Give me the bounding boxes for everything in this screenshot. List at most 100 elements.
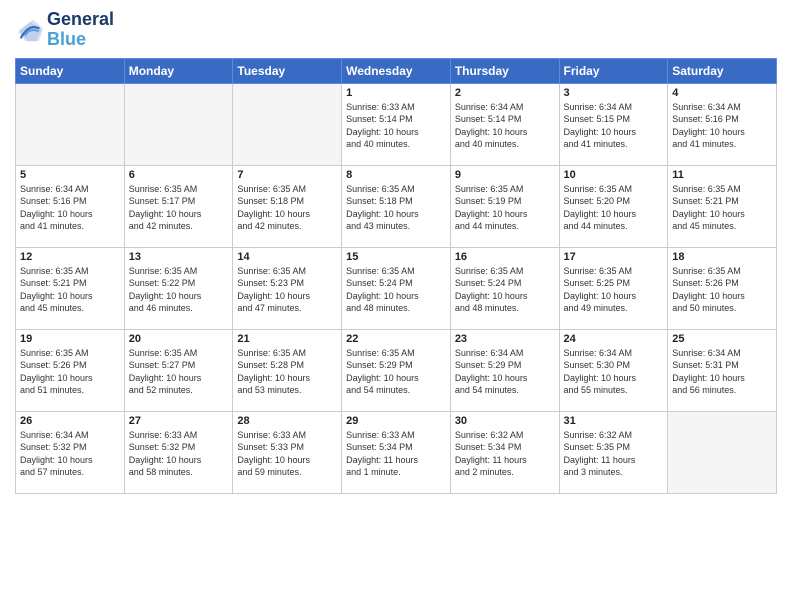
calendar-day-cell: 12 Sunrise: 6:35 AM Sunset: 5:21 PM Dayli… xyxy=(16,247,125,329)
calendar-day-cell: 17Sunrise: 6:35 AM Sunset: 5:25 PM Dayli… xyxy=(559,247,668,329)
day-info: Sunrise: 6:35 AM Sunset: 5:23 PM Dayligh… xyxy=(237,265,337,315)
page: General Blue SundayMondayTuesdayWednesda… xyxy=(0,0,792,612)
day-info: Sunrise: 6:35 AM Sunset: 5:24 PM Dayligh… xyxy=(346,265,446,315)
day-info: Sunrise: 6:35 AM Sunset: 5:18 PM Dayligh… xyxy=(237,183,337,233)
day-number: 26 xyxy=(20,415,120,427)
calendar-day-cell: 31 Sunrise: 6:32 AM Sunset: 5:35 PM Dayli… xyxy=(559,411,668,493)
day-info: Sunrise: 6:35 AM Sunset: 5:26 PM Dayligh… xyxy=(672,265,772,315)
day-info: Sunrise: 6:32 AM Sunset: 5:34 PM Dayligh… xyxy=(455,429,555,479)
calendar-day-cell: 11 Sunrise: 6:35 AM Sunset: 5:21 PM Dayli… xyxy=(668,165,777,247)
weekday-header-wednesday: Wednesday xyxy=(342,58,451,83)
calendar-day-cell xyxy=(16,83,125,165)
day-number: 25 xyxy=(672,333,772,345)
calendar-day-cell: 16 Sunrise: 6:35 AM Sunset: 5:24 PM Dayli… xyxy=(450,247,559,329)
calendar-day-cell: 23Sunrise: 6:34 AM Sunset: 5:29 PM Dayli… xyxy=(450,329,559,411)
day-number: 21 xyxy=(237,333,337,345)
calendar-day-cell: 27 Sunrise: 6:33 AM Sunset: 5:32 PM Dayli… xyxy=(124,411,233,493)
day-number: 11 xyxy=(672,169,772,181)
logo: General Blue xyxy=(15,10,114,50)
calendar-day-cell: 19 Sunrise: 6:35 AM Sunset: 5:26 PM Dayli… xyxy=(16,329,125,411)
logo-blue: Blue xyxy=(47,30,114,50)
calendar-day-cell: 29Sunrise: 6:33 AM Sunset: 5:34 PM Dayli… xyxy=(342,411,451,493)
day-info: Sunrise: 6:33 AM Sunset: 5:14 PM Dayligh… xyxy=(346,101,446,151)
day-number: 6 xyxy=(129,169,229,181)
day-number: 12 xyxy=(20,251,120,263)
day-info: Sunrise: 6:32 AM Sunset: 5:35 PM Dayligh… xyxy=(564,429,664,479)
day-number: 19 xyxy=(20,333,120,345)
weekday-header-thursday: Thursday xyxy=(450,58,559,83)
day-number: 18 xyxy=(672,251,772,263)
day-info: Sunrise: 6:35 AM Sunset: 5:22 PM Dayligh… xyxy=(129,265,229,315)
calendar-day-cell: 18 Sunrise: 6:35 AM Sunset: 5:26 PM Dayli… xyxy=(668,247,777,329)
calendar-day-cell: 1 Sunrise: 6:33 AM Sunset: 5:14 PM Daylig… xyxy=(342,83,451,165)
calendar-day-cell: 28Sunrise: 6:33 AM Sunset: 5:33 PM Dayli… xyxy=(233,411,342,493)
calendar-day-cell: 10 Sunrise: 6:35 AM Sunset: 5:20 PM Dayli… xyxy=(559,165,668,247)
day-info: Sunrise: 6:35 AM Sunset: 5:20 PM Dayligh… xyxy=(564,183,664,233)
day-info: Sunrise: 6:35 AM Sunset: 5:25 PM Dayligh… xyxy=(564,265,664,315)
day-number: 28 xyxy=(237,415,337,427)
day-number: 15 xyxy=(346,251,446,263)
day-number: 9 xyxy=(455,169,555,181)
day-info: Sunrise: 6:35 AM Sunset: 5:27 PM Dayligh… xyxy=(129,347,229,397)
calendar-week-row: 5 Sunrise: 6:34 AM Sunset: 5:16 PM Daylig… xyxy=(16,165,777,247)
day-number: 29 xyxy=(346,415,446,427)
day-number: 31 xyxy=(564,415,664,427)
day-info: Sunrise: 6:34 AM Sunset: 5:29 PM Dayligh… xyxy=(455,347,555,397)
day-info: Sunrise: 6:35 AM Sunset: 5:26 PM Dayligh… xyxy=(20,347,120,397)
weekday-header-tuesday: Tuesday xyxy=(233,58,342,83)
calendar-day-cell xyxy=(233,83,342,165)
day-number: 1 xyxy=(346,87,446,99)
calendar-day-cell: 8 Sunrise: 6:35 AM Sunset: 5:18 PM Daylig… xyxy=(342,165,451,247)
day-info: Sunrise: 6:34 AM Sunset: 5:16 PM Dayligh… xyxy=(672,101,772,151)
calendar-header-row: SundayMondayTuesdayWednesdayThursdayFrid… xyxy=(16,58,777,83)
calendar-week-row: 1 Sunrise: 6:33 AM Sunset: 5:14 PM Daylig… xyxy=(16,83,777,165)
day-info: Sunrise: 6:34 AM Sunset: 5:15 PM Dayligh… xyxy=(564,101,664,151)
calendar-day-cell: 26 Sunrise: 6:34 AM Sunset: 5:32 PM Dayli… xyxy=(16,411,125,493)
day-number: 10 xyxy=(564,169,664,181)
day-info: Sunrise: 6:34 AM Sunset: 5:14 PM Dayligh… xyxy=(455,101,555,151)
calendar-day-cell xyxy=(668,411,777,493)
day-number: 8 xyxy=(346,169,446,181)
logo-icon xyxy=(15,16,43,44)
day-number: 27 xyxy=(129,415,229,427)
calendar-day-cell: 4 Sunrise: 6:34 AM Sunset: 5:16 PM Daylig… xyxy=(668,83,777,165)
calendar-day-cell: 3 Sunrise: 6:34 AM Sunset: 5:15 PM Daylig… xyxy=(559,83,668,165)
day-number: 7 xyxy=(237,169,337,181)
day-info: Sunrise: 6:35 AM Sunset: 5:21 PM Dayligh… xyxy=(672,183,772,233)
day-info: Sunrise: 6:34 AM Sunset: 5:16 PM Dayligh… xyxy=(20,183,120,233)
day-info: Sunrise: 6:35 AM Sunset: 5:18 PM Dayligh… xyxy=(346,183,446,233)
calendar-day-cell: 15 Sunrise: 6:35 AM Sunset: 5:24 PM Dayli… xyxy=(342,247,451,329)
weekday-header-monday: Monday xyxy=(124,58,233,83)
day-info: Sunrise: 6:35 AM Sunset: 5:19 PM Dayligh… xyxy=(455,183,555,233)
calendar-day-cell: 9 Sunrise: 6:35 AM Sunset: 5:19 PM Daylig… xyxy=(450,165,559,247)
calendar-week-row: 26 Sunrise: 6:34 AM Sunset: 5:32 PM Dayli… xyxy=(16,411,777,493)
header: General Blue xyxy=(15,10,777,50)
calendar-week-row: 12 Sunrise: 6:35 AM Sunset: 5:21 PM Dayli… xyxy=(16,247,777,329)
day-number: 22 xyxy=(346,333,446,345)
day-info: Sunrise: 6:35 AM Sunset: 5:29 PM Dayligh… xyxy=(346,347,446,397)
day-number: 2 xyxy=(455,87,555,99)
day-info: Sunrise: 6:35 AM Sunset: 5:28 PM Dayligh… xyxy=(237,347,337,397)
day-info: Sunrise: 6:33 AM Sunset: 5:32 PM Dayligh… xyxy=(129,429,229,479)
day-number: 14 xyxy=(237,251,337,263)
day-number: 13 xyxy=(129,251,229,263)
day-number: 16 xyxy=(455,251,555,263)
day-number: 3 xyxy=(564,87,664,99)
calendar-day-cell: 25 Sunrise: 6:34 AM Sunset: 5:31 PM Dayli… xyxy=(668,329,777,411)
calendar-day-cell: 7 Sunrise: 6:35 AM Sunset: 5:18 PM Daylig… xyxy=(233,165,342,247)
calendar-day-cell: 5 Sunrise: 6:34 AM Sunset: 5:16 PM Daylig… xyxy=(16,165,125,247)
day-number: 20 xyxy=(129,333,229,345)
day-info: Sunrise: 6:35 AM Sunset: 5:24 PM Dayligh… xyxy=(455,265,555,315)
day-info: Sunrise: 6:34 AM Sunset: 5:32 PM Dayligh… xyxy=(20,429,120,479)
calendar-day-cell: 30Sunrise: 6:32 AM Sunset: 5:34 PM Dayli… xyxy=(450,411,559,493)
weekday-header-saturday: Saturday xyxy=(668,58,777,83)
calendar-day-cell: 2 Sunrise: 6:34 AM Sunset: 5:14 PM Daylig… xyxy=(450,83,559,165)
day-number: 4 xyxy=(672,87,772,99)
day-info: Sunrise: 6:35 AM Sunset: 5:21 PM Dayligh… xyxy=(20,265,120,315)
day-number: 5 xyxy=(20,169,120,181)
calendar-day-cell: 22 Sunrise: 6:35 AM Sunset: 5:29 PM Dayli… xyxy=(342,329,451,411)
calendar-day-cell: 13 Sunrise: 6:35 AM Sunset: 5:22 PM Dayli… xyxy=(124,247,233,329)
day-info: Sunrise: 6:35 AM Sunset: 5:17 PM Dayligh… xyxy=(129,183,229,233)
weekday-header-friday: Friday xyxy=(559,58,668,83)
day-info: Sunrise: 6:34 AM Sunset: 5:31 PM Dayligh… xyxy=(672,347,772,397)
